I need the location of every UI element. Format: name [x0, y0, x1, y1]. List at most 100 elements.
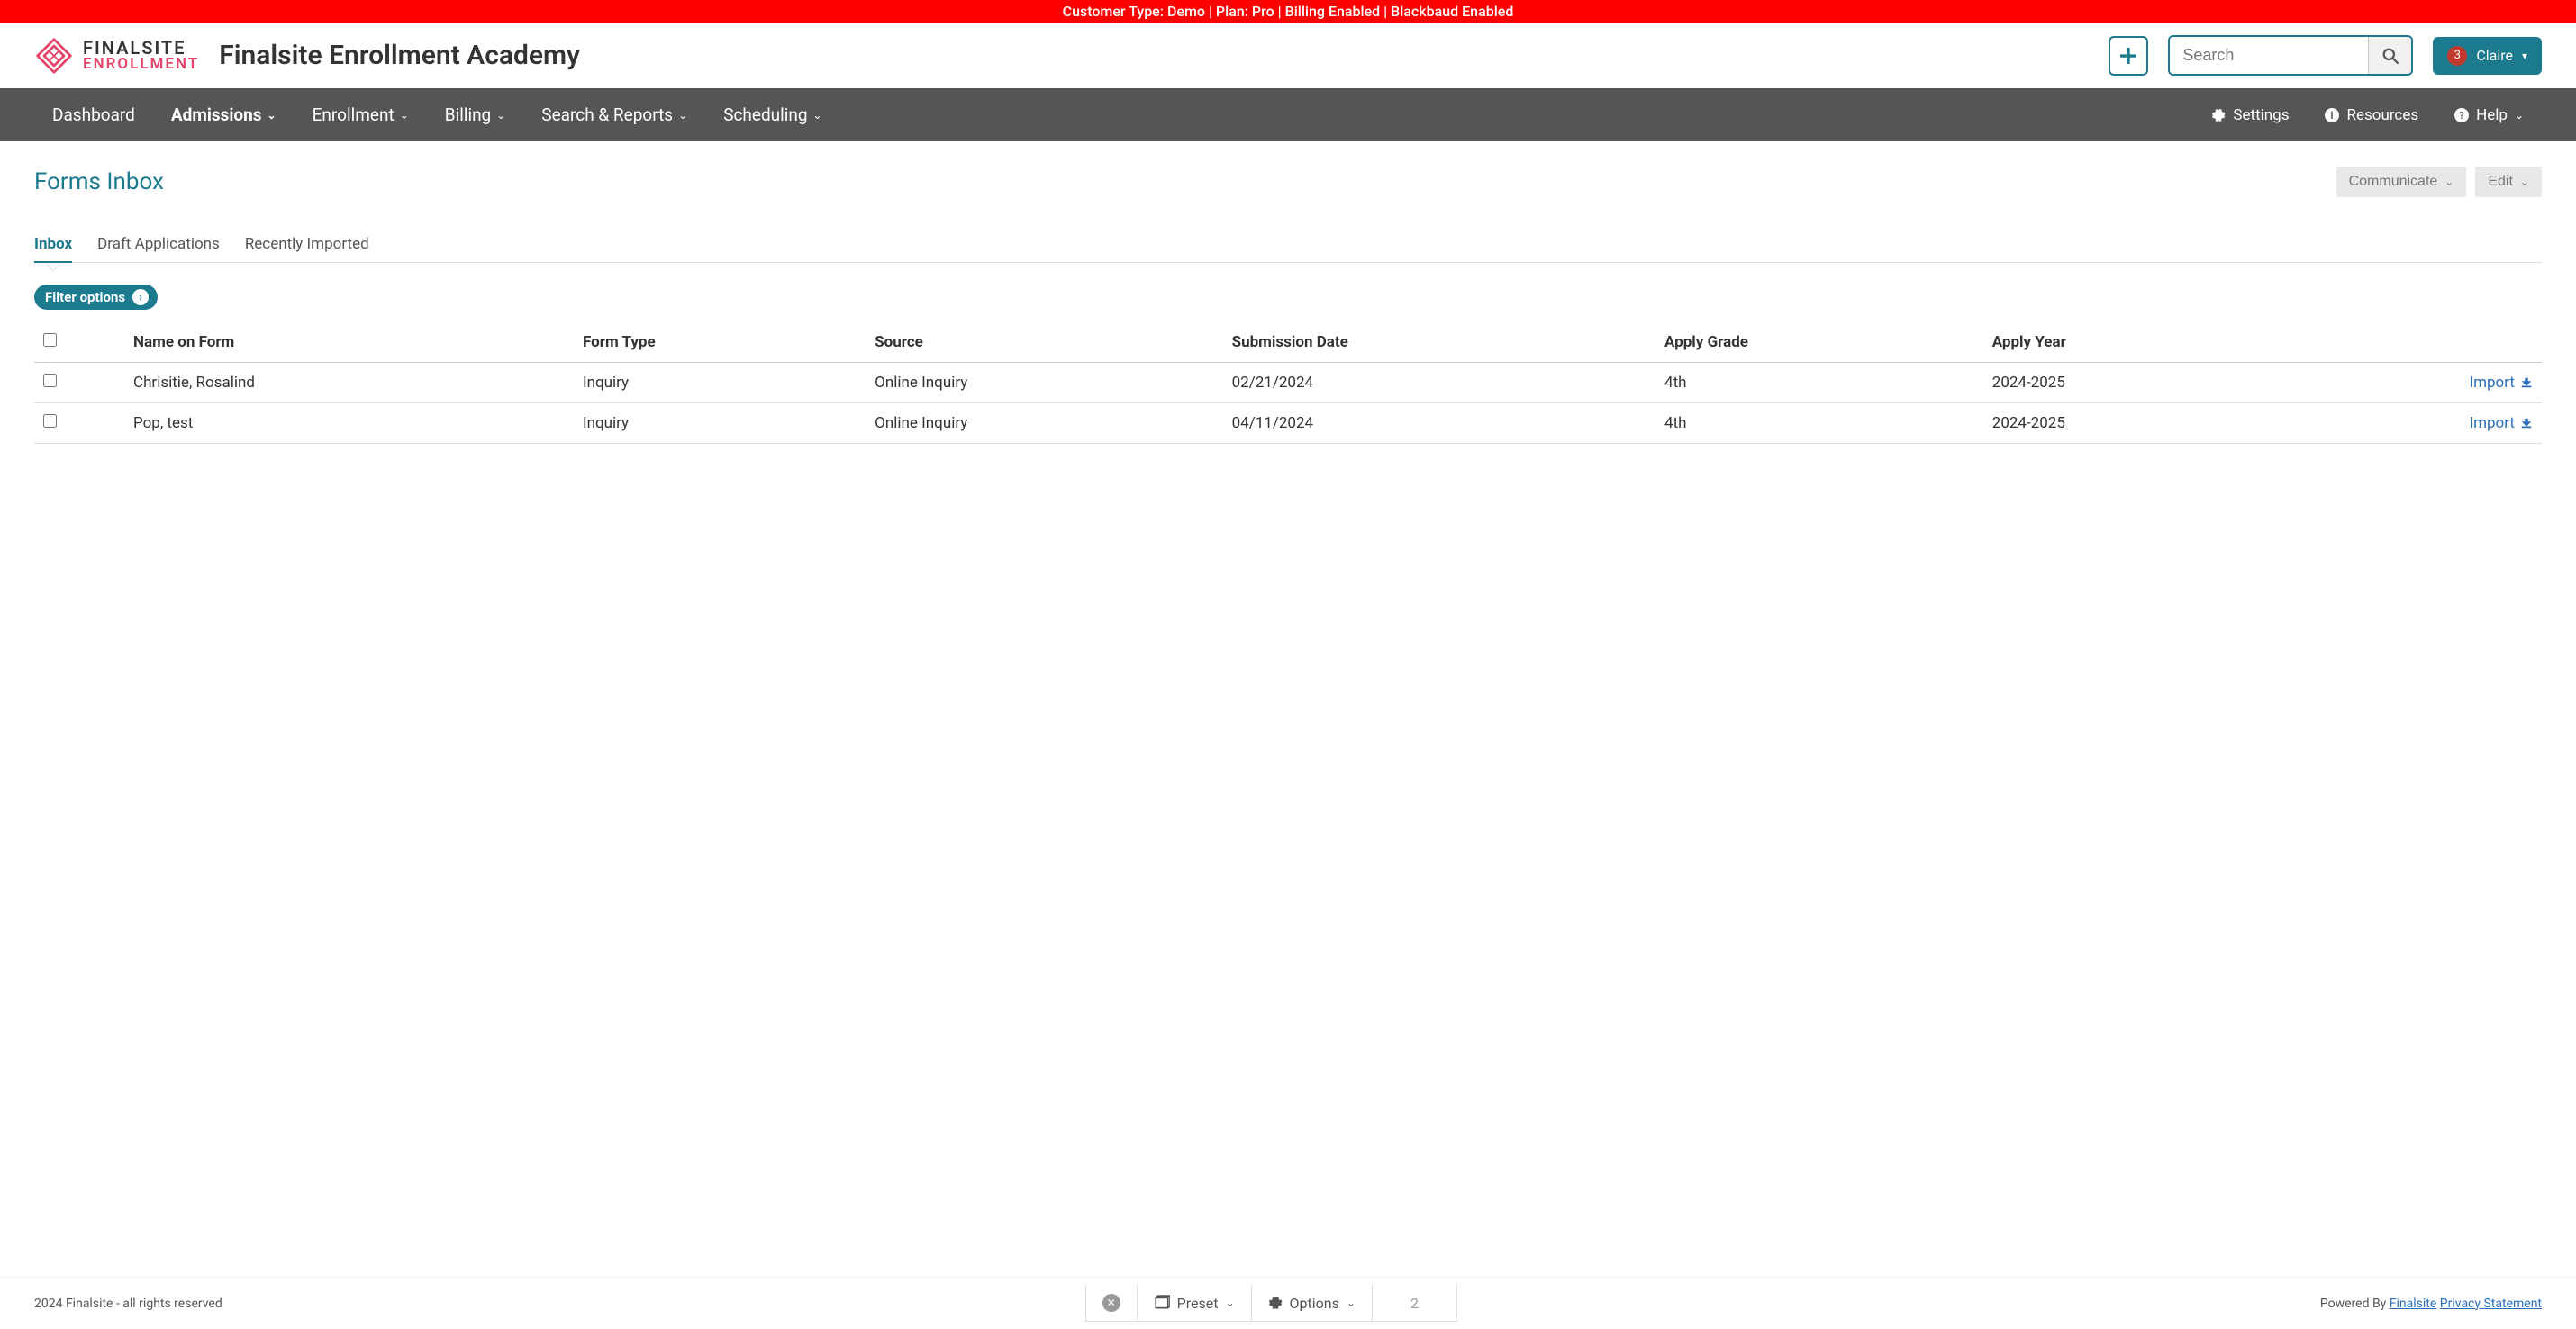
chevron-down-icon: ⌄	[496, 109, 505, 122]
gear-icon	[2211, 108, 2226, 122]
cell-source: Online Inquiry	[866, 403, 1222, 444]
svg-text:i: i	[2331, 110, 2334, 122]
col-apply-year: Apply Year	[1983, 322, 2280, 363]
row-checkbox[interactable]	[43, 414, 57, 428]
logo-text-1: FINALSITE	[83, 39, 199, 57]
user-name: Claire	[2476, 47, 2513, 64]
nav-label: Search & Reports	[541, 104, 673, 125]
col-form-type: Form Type	[574, 322, 866, 363]
nav-label: Scheduling	[723, 104, 807, 125]
result-count: 2	[1373, 1285, 1456, 1321]
table-row: Chrisitie, Rosalind Inquiry Online Inqui…	[34, 363, 2542, 403]
info-icon: i	[2325, 108, 2339, 122]
filter-options-button[interactable]: Filter options ›	[34, 285, 158, 310]
notification-badge: 3	[2447, 46, 2467, 66]
cell-submission-date: 02/21/2024	[1223, 363, 1655, 403]
academy-title: Finalsite Enrollment Academy	[219, 40, 580, 71]
clear-button[interactable]: ✕	[1086, 1285, 1138, 1321]
import-icon	[2520, 417, 2533, 429]
help-icon: ?	[2454, 108, 2469, 122]
import-link[interactable]: Import	[2469, 374, 2533, 392]
cell-apply-grade: 4th	[1655, 403, 1983, 444]
cell-form-type: Inquiry	[574, 403, 866, 444]
col-submission-date: Submission Date	[1223, 322, 1655, 363]
powered-by: Powered By Finalsite Privacy Statement	[2320, 1297, 2542, 1311]
nav-scheduling[interactable]: Scheduling ⌄	[705, 88, 839, 141]
preset-button[interactable]: Preset ⌄	[1138, 1285, 1252, 1321]
button-label: Communicate	[2349, 174, 2438, 190]
edit-button[interactable]: Edit ⌄	[2475, 167, 2542, 197]
tabs: Inbox Draft Applications Recently Import…	[34, 235, 2542, 263]
user-menu[interactable]: 3 Claire ▾	[2433, 37, 2542, 75]
main-nav: Dashboard Admissions⌄ Enrollment ⌄ Billin…	[0, 88, 2576, 141]
button-label: Edit	[2488, 174, 2513, 190]
nav-label: Dashboard	[52, 104, 135, 125]
chevron-down-icon: ⌄	[2515, 109, 2524, 122]
nav-label: Billing	[445, 104, 491, 125]
privacy-link[interactable]: Privacy Statement	[2440, 1297, 2542, 1311]
footer: 2024 Finalsite - all rights reserved ✕ P…	[0, 1277, 2576, 1329]
logo[interactable]: FINALSITE ENROLLMENT	[34, 36, 199, 76]
chevron-down-icon: ⌄	[2444, 176, 2454, 188]
nav-dashboard[interactable]: Dashboard	[34, 88, 153, 141]
search-icon	[2382, 48, 2399, 64]
footer-tools: ✕ Preset ⌄ Options ⌄ 2	[1085, 1285, 1457, 1322]
forms-table: Name on Form Form Type Source Submission…	[34, 322, 2542, 444]
search-button[interactable]	[2368, 37, 2411, 74]
chevron-down-icon: ⌄	[678, 109, 687, 122]
col-source: Source	[866, 322, 1222, 363]
options-button[interactable]: Options ⌄	[1252, 1285, 1373, 1321]
filter-label: Filter options	[45, 289, 125, 305]
content: Forms Inbox Communicate ⌄ Edit ⌄ Inbox Dra…	[0, 141, 2576, 498]
search-input[interactable]	[2170, 37, 2368, 74]
nav-settings[interactable]: Settings	[2193, 88, 2307, 141]
row-checkbox[interactable]	[43, 374, 57, 387]
cell-form-type: Inquiry	[574, 363, 866, 403]
col-name: Name on Form	[124, 322, 574, 363]
add-button[interactable]	[2109, 36, 2148, 76]
chevron-down-icon: ⌄	[813, 109, 822, 122]
nav-billing[interactable]: Billing ⌄	[427, 88, 524, 141]
nav-admissions[interactable]: Admissions⌄	[153, 88, 295, 141]
options-label: Options	[1290, 1295, 1339, 1312]
preset-label: Preset	[1177, 1295, 1219, 1312]
search-container	[2168, 35, 2413, 76]
nav-search-reports[interactable]: Search & Reports ⌄	[523, 88, 705, 141]
chevron-down-icon: ▾	[2522, 50, 2527, 62]
nav-label: Resources	[2346, 106, 2418, 124]
chevron-right-icon: ›	[132, 289, 149, 305]
cell-apply-year: 2024-2025	[1983, 363, 2280, 403]
cell-source: Online Inquiry	[866, 363, 1222, 403]
gear-icon	[1268, 1296, 1283, 1310]
cell-submission-date: 04/11/2024	[1223, 403, 1655, 444]
nav-help[interactable]: ? Help ⌄	[2436, 88, 2542, 141]
tab-inbox[interactable]: Inbox	[34, 235, 72, 262]
table-row: Pop, test Inquiry Online Inquiry 04/11/2…	[34, 403, 2542, 444]
nav-label: Settings	[2233, 106, 2289, 124]
import-link[interactable]: Import	[2469, 414, 2533, 432]
nav-enrollment[interactable]: Enrollment ⌄	[295, 88, 427, 141]
chevron-down-icon: ⌄	[1347, 1297, 1356, 1309]
cell-apply-year: 2024-2025	[1983, 403, 2280, 444]
communicate-button[interactable]: Communicate ⌄	[2336, 167, 2467, 197]
count-value: 2	[1389, 1295, 1440, 1312]
header: FINALSITE ENROLLMENT Finalsite Enrollmen…	[0, 23, 2576, 88]
page-title: Forms Inbox	[34, 168, 164, 195]
plus-icon	[2120, 48, 2136, 64]
cell-name: Pop, test	[124, 403, 574, 444]
nav-resources[interactable]: i Resources	[2307, 88, 2436, 141]
preset-icon	[1154, 1295, 1170, 1311]
svg-text:?: ?	[2459, 110, 2464, 122]
tab-draft-applications[interactable]: Draft Applications	[97, 235, 220, 262]
powered-prefix: Powered By	[2320, 1297, 2390, 1311]
import-icon	[2520, 376, 2533, 389]
select-all-checkbox[interactable]	[43, 333, 57, 347]
col-apply-grade: Apply Grade	[1655, 322, 1983, 363]
nav-label: Enrollment	[313, 104, 395, 125]
finalsite-link[interactable]: Finalsite	[2390, 1297, 2437, 1311]
close-icon: ✕	[1102, 1294, 1120, 1312]
copyright: 2024 Finalsite - all rights reserved	[34, 1297, 222, 1311]
chevron-down-icon: ⌄	[400, 109, 409, 122]
chevron-down-icon: ⌄	[2520, 176, 2529, 188]
tab-recently-imported[interactable]: Recently Imported	[245, 235, 369, 262]
